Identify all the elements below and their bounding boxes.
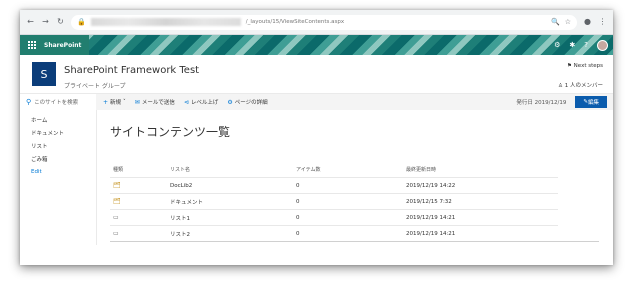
left-navigation: ホーム ドキュメント リスト ごみ箱 Edit	[20, 110, 97, 245]
promote-label: レベル上げ	[190, 100, 219, 106]
nav-item-home[interactable]: ホーム	[20, 113, 96, 126]
list-name[interactable]: DocLib2	[170, 183, 296, 189]
promote-button[interactable]: ⊲ レベル上げ	[183, 98, 219, 107]
document-library-icon: 🗂	[113, 198, 121, 205]
site-header: S SharePoint Framework Test プライベート グループ …	[20, 55, 613, 94]
list-name[interactable]: リスト1	[170, 214, 296, 222]
megaphone-icon: ⊲	[183, 98, 189, 106]
plus-icon: +	[103, 98, 109, 106]
back-arrow-icon[interactable]: ←	[26, 18, 35, 27]
page-details-label: ページの詳細	[234, 100, 268, 106]
zoom-icon[interactable]: 🔍	[551, 18, 560, 26]
person-icon: ♙	[558, 83, 565, 89]
sharepoint-brand[interactable]: SharePoint	[44, 42, 81, 49]
email-button[interactable]: ✉ メールで送信	[134, 98, 175, 107]
command-bar: + 新規 ˅ ✉ メールで送信 ⊲ レベル上げ ⚙ ページの詳細 発行日 2019/12/…	[96, 94, 613, 110]
item-count: 0	[296, 182, 300, 189]
modified-date: 2019/12/19 14:21	[406, 230, 456, 237]
column-header-modified[interactable]: 最終更新日時	[406, 166, 558, 173]
list-name[interactable]: リスト2	[170, 230, 296, 238]
item-count: 0	[296, 198, 300, 205]
published-status: 発行日 2019/12/19	[516, 100, 567, 106]
gear-icon[interactable]: ✱	[569, 41, 575, 49]
email-label: メールで送信	[141, 100, 175, 106]
command-row: ⚲ このサイトを検索 + 新規 ˅ ✉ メールで送信 ⊲ レベル上げ ⚙ ページの詳細 発…	[20, 94, 613, 110]
members-button[interactable]: ♙ 1 人のメンバー	[558, 81, 603, 89]
edit-button[interactable]: ✎ 編集	[575, 96, 607, 108]
divider	[110, 241, 599, 242]
nav-item-recycle-bin[interactable]: ごみ箱	[20, 152, 96, 165]
help-icon[interactable]: ?	[584, 41, 588, 49]
nav-edit-link[interactable]: Edit	[20, 165, 96, 178]
flag-icon: ⚑	[566, 63, 574, 69]
list-icon: ▭	[113, 214, 119, 221]
site-search[interactable]: ⚲ このサイトを検索	[20, 94, 96, 110]
nav-item-documents[interactable]: ドキュメント	[20, 126, 96, 139]
avatar[interactable]	[597, 39, 608, 51]
next-steps-label: Next steps	[573, 63, 603, 69]
suite-bar: SharePoint ⚙ ✱ ?	[20, 35, 613, 55]
mail-icon: ✉	[134, 98, 140, 106]
site-contents-table: 種類 リスト名 アイテム数 最終更新日時 🗂 DocLib2 0 2019/12…	[110, 162, 558, 242]
column-header-count[interactable]: アイテム数	[296, 166, 406, 173]
page-title: サイトコンテンツ一覧	[110, 125, 231, 139]
reload-icon[interactable]: ↻	[56, 18, 65, 27]
edit-label: 編集	[587, 100, 599, 106]
address-bar[interactable]: 🔒 /_layouts/15/ViewSiteContents.aspx 🔍 ☆	[71, 14, 577, 30]
site-logo[interactable]: S	[32, 62, 56, 86]
table-header: 種類 リスト名 アイテム数 最終更新日時	[110, 162, 558, 178]
column-header-name[interactable]: リスト名	[170, 166, 296, 173]
search-icon: ⚲	[26, 98, 32, 106]
browser-window: ← → ↻ 🔒 /_layouts/15/ViewSiteContents.as…	[20, 10, 613, 265]
new-button[interactable]: + 新規 ˅	[103, 98, 126, 107]
nav-item-list[interactable]: リスト	[20, 139, 96, 152]
settings-icon: ⚙	[227, 98, 233, 106]
account-icon[interactable]: ●	[583, 18, 592, 27]
bookmark-star-icon[interactable]: ☆	[565, 18, 571, 26]
search-placeholder: このサイトを検索	[34, 100, 79, 106]
next-steps-button[interactable]: ⚑ Next steps	[567, 63, 603, 69]
document-library-icon: 🗂	[113, 182, 121, 189]
members-label: 1 人のメンバー	[564, 83, 603, 89]
table-row[interactable]: 🗂 ドキュメント 0 2019/12/15 7:32	[110, 194, 558, 210]
app-launcher-icon[interactable]	[28, 41, 36, 49]
modified-date: 2019/12/19 14:21	[406, 214, 456, 221]
blurred-url	[90, 18, 241, 26]
column-header-type[interactable]: 種類	[110, 166, 170, 173]
item-count: 0	[296, 214, 300, 221]
forward-arrow-icon[interactable]: →	[41, 18, 50, 27]
menu-dots-icon[interactable]: ⋮	[598, 18, 607, 27]
chevron-down-icon: ˅	[123, 99, 126, 105]
table-row[interactable]: ▭ リスト1 0 2019/12/19 14:21	[110, 210, 558, 226]
list-name[interactable]: ドキュメント	[170, 198, 296, 206]
modified-date: 2019/12/15 7:32	[406, 198, 452, 205]
site-title[interactable]: SharePoint Framework Test	[64, 65, 199, 76]
new-label: 新規	[110, 100, 122, 106]
table-row[interactable]: ▭ リスト2 0 2019/12/19 14:21	[110, 226, 558, 242]
list-icon: ▭	[113, 230, 119, 237]
page-details-button[interactable]: ⚙ ページの詳細	[227, 98, 268, 107]
main-content: サイトコンテンツ一覧 種類 リスト名 アイテム数 最終更新日時 🗂 DocLib…	[97, 110, 613, 245]
browser-toolbar: ← → ↻ 🔒 /_layouts/15/ViewSiteContents.as…	[20, 10, 613, 35]
site-subtitle: プライベート グループ	[64, 83, 126, 90]
url-text: /_layouts/15/ViewSiteContents.aspx	[245, 19, 345, 25]
table-row[interactable]: 🗂 DocLib2 0 2019/12/19 14:22	[110, 178, 558, 194]
settings-gear-icon[interactable]: ⚙	[554, 41, 560, 49]
item-count: 0	[296, 230, 300, 237]
modified-date: 2019/12/19 14:22	[406, 182, 456, 189]
lock-icon: 🔒	[77, 18, 86, 26]
